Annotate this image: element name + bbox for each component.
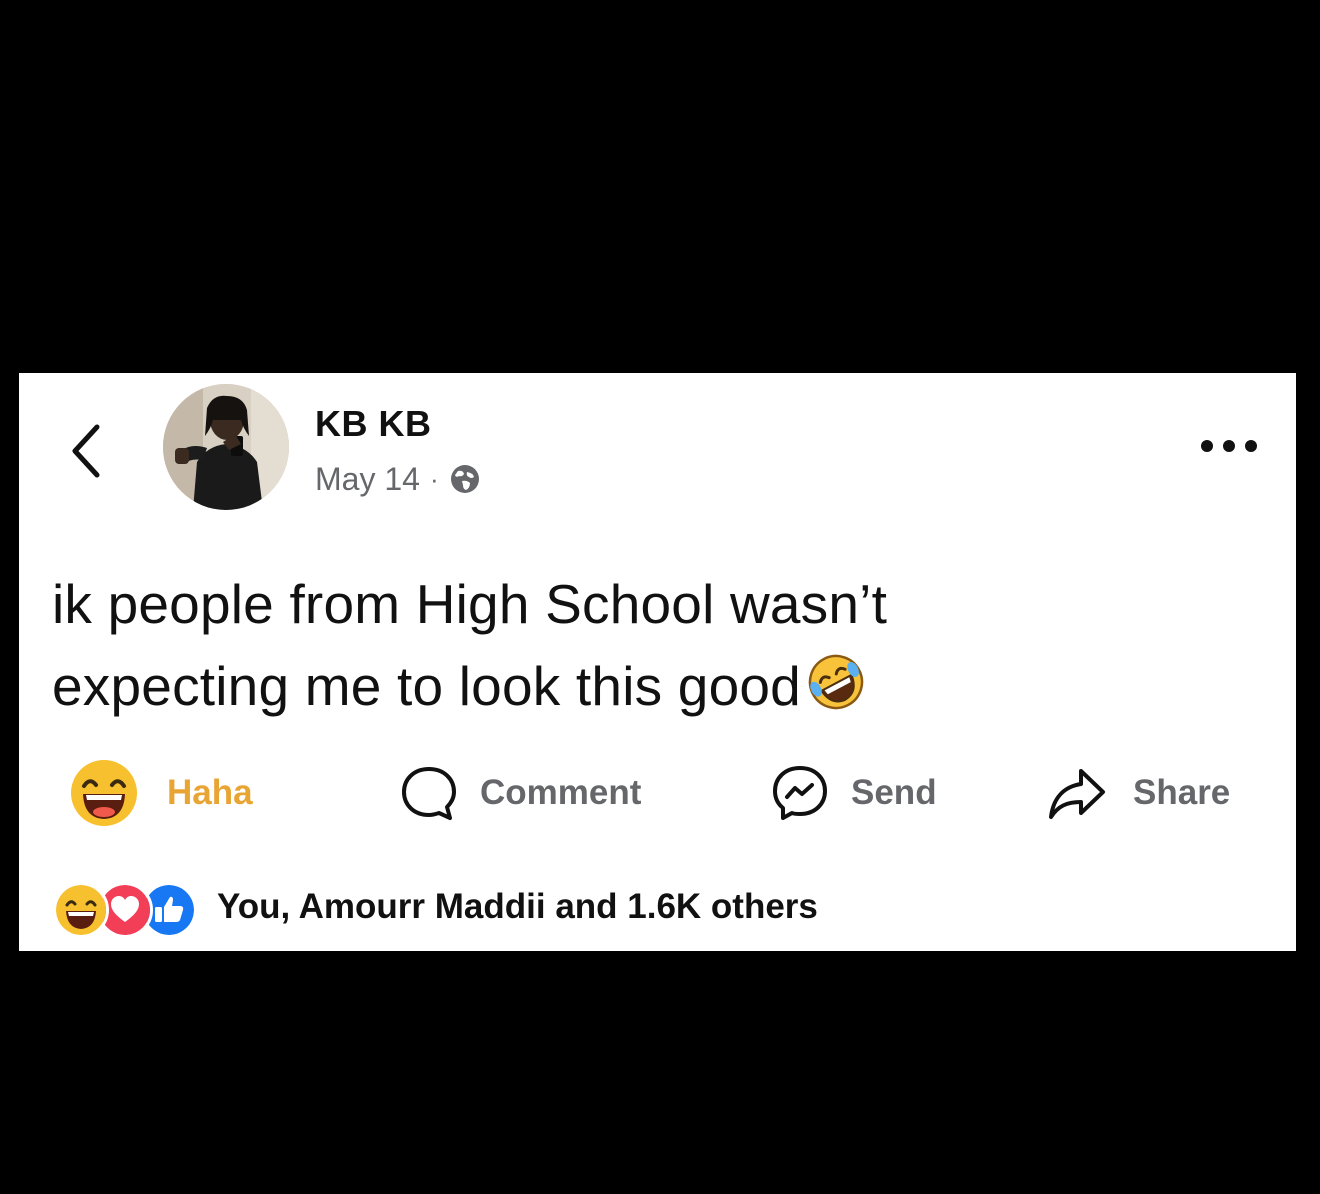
post-meta: May 14 · (315, 459, 481, 499)
share-button[interactable]: Share (1047, 758, 1230, 828)
messenger-icon (773, 766, 827, 820)
reactions-summary[interactable]: You, Amourr Maddii and 1.6K others (53, 877, 818, 938)
reactions-text: You, Amourr Maddii and 1.6K others (217, 887, 818, 926)
post-date[interactable]: May 14 (315, 461, 420, 498)
haha-reaction-button[interactable]: Haha (69, 758, 253, 828)
share-icon (1049, 769, 1105, 819)
comment-button[interactable]: Comment (400, 758, 641, 828)
reaction-icons (53, 879, 203, 938)
meta-separator: · (429, 463, 439, 494)
haha-reaction-icon (53, 882, 109, 938)
post-text-line-1: ik people from High School wasn’t (52, 573, 888, 635)
post-text-line-2-text: expecting me to look this good (52, 655, 801, 717)
more-options-button[interactable] (1197, 431, 1261, 461)
rolling-laugh-emoji (808, 654, 864, 710)
chevron-left-icon (72, 424, 100, 478)
send-label: Send (851, 773, 937, 812)
haha-label: Haha (167, 773, 253, 812)
back-button[interactable] (67, 421, 107, 481)
haha-reaction-icon (71, 760, 137, 826)
post-card: KB KB May 14 · ik people from High Schoo… (19, 373, 1296, 951)
comment-label: Comment (480, 773, 642, 812)
action-bar: Haha Comment Send Share (19, 758, 1296, 828)
more-icon (1201, 440, 1257, 452)
post-text: ik people from High School wasn’t expect… (52, 563, 1252, 727)
profile-photo (163, 384, 289, 510)
comment-icon (402, 767, 456, 820)
globe-icon (450, 465, 479, 493)
send-button[interactable]: Send (771, 758, 937, 828)
post-text-line-2: expecting me to look this good (52, 645, 1252, 727)
share-label: Share (1133, 773, 1231, 812)
avatar[interactable] (163, 384, 289, 510)
author-name[interactable]: KB KB (315, 403, 432, 445)
